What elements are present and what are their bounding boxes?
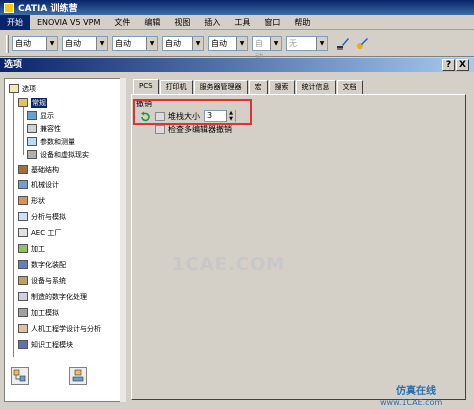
tree-item-mechanical[interactable]: 机械设计 <box>18 179 59 190</box>
transparency-combo[interactable]: 自动 ▼ <box>62 36 108 51</box>
mechanical-icon <box>18 180 28 189</box>
menu-bar: 开始 ENOVIA V5 VPM 文件 编辑 视图 插入 工具 窗口 帮助 <box>0 14 474 30</box>
chevron-down-icon: ▼ <box>236 37 247 50</box>
tree-item-devices[interactable]: 设备和虚拟现实 <box>27 149 89 160</box>
tree-item-digital-mockup[interactable]: 数字化装配 <box>18 259 66 270</box>
menu-tools[interactable]: 工具 <box>227 15 257 30</box>
aec-plant-icon <box>18 228 28 237</box>
analysis-icon <box>18 212 28 221</box>
menu-edit[interactable]: 编辑 <box>137 15 167 30</box>
menu-help[interactable]: 帮助 <box>287 15 317 30</box>
tab-search[interactable]: 搜索 <box>268 80 295 94</box>
tree-item-display[interactable]: 显示 <box>27 110 54 121</box>
watermark-text: 1CAE.COM <box>172 254 286 275</box>
tree-item-machining-sim[interactable]: 加工模拟 <box>18 307 59 318</box>
menu-enovia[interactable]: ENOVIA V5 VPM <box>30 15 107 30</box>
tab-server-manager[interactable]: 服务器管理器 <box>193 80 248 94</box>
menu-window[interactable]: 窗口 <box>257 15 287 30</box>
color-combo[interactable]: 自动 ▼ <box>12 36 58 51</box>
chevron-down-icon: ▼ <box>192 37 203 50</box>
tree-scrollbar[interactable] <box>120 78 126 402</box>
options-root-icon <box>9 84 19 93</box>
layer-combo[interactable]: 自动 ▼ <box>252 36 282 61</box>
menu-file[interactable]: 文件 <box>107 15 137 30</box>
point-combo[interactable]: 自动 ▼ <box>208 36 248 51</box>
collapse-tree-button[interactable] <box>69 367 87 385</box>
tree-item-machining[interactable]: 加工 <box>18 243 45 254</box>
digital-mockup-icon <box>18 260 28 269</box>
compatibility-icon <box>27 124 37 133</box>
catia-logo-icon <box>4 2 14 13</box>
tree-expand-icon <box>13 369 26 382</box>
tree-item-ergonomics[interactable]: 人机工程学设计与分析 <box>18 323 101 334</box>
expand-tree-button[interactable] <box>11 367 29 385</box>
tree-collapse-icon <box>72 369 84 382</box>
tree-item-general[interactable]: 常规 <box>18 97 47 108</box>
options-tree[interactable]: 选项 常规 显示 兼容性 参数和测量 设备和虚拟现实 基础结构 机械设计 形状 … <box>4 78 126 402</box>
tree-item-options[interactable]: 选项 <box>9 83 36 94</box>
lineweight-combo[interactable]: 自动 ▼ <box>162 36 204 51</box>
render-combo[interactable]: 无 ▼ <box>286 36 328 51</box>
display-icon <box>27 111 37 120</box>
tab-pcs[interactable]: PCS <box>133 79 159 94</box>
help-button[interactable]: ? <box>442 59 455 71</box>
parameters-icon <box>27 137 37 146</box>
tree-item-knowledgeware[interactable]: 知识工程模块 <box>18 339 73 350</box>
tree-item-parameters[interactable]: 参数和测量 <box>27 136 75 147</box>
ergonomics-icon <box>18 324 28 333</box>
pcs-tab-panel <box>131 94 466 400</box>
brand-site-text: www.1CAE.com <box>380 398 443 407</box>
menu-start[interactable]: 开始 <box>0 14 30 30</box>
options-tabs: PCS 打印机 服务器管理器 宏 搜索 统计信息 文档 <box>133 79 364 94</box>
app-titlebar: CATIA 训练营 <box>0 0 474 15</box>
app-title: CATIA 训练营 <box>18 4 78 14</box>
paintbrush-icon[interactable] <box>335 36 351 52</box>
infrastructure-icon <box>18 165 28 174</box>
tree-item-compatibility[interactable]: 兼容性 <box>27 123 61 134</box>
dialog-title: 选项 <box>0 58 474 72</box>
tree-item-infrastructure[interactable]: 基础结构 <box>18 164 59 175</box>
brand-logo-text: 仿真在线 <box>396 386 436 397</box>
chevron-down-icon: ▼ <box>96 37 107 50</box>
tab-document[interactable]: 文档 <box>336 80 363 94</box>
devices-icon <box>27 150 37 159</box>
linetype-combo[interactable]: 自动 ▼ <box>112 36 158 51</box>
menu-insert[interactable]: 插入 <box>197 15 227 30</box>
format-painter-icon[interactable] <box>354 36 370 52</box>
shape-icon <box>18 196 28 205</box>
lock-icon <box>155 125 165 134</box>
tree-item-digital-process[interactable]: 制造的数字化处理 <box>18 291 87 302</box>
tab-macros[interactable]: 宏 <box>248 80 268 94</box>
tree-item-shape[interactable]: 形状 <box>18 195 45 206</box>
tree-line <box>23 101 24 155</box>
tab-statistics[interactable]: 统计信息 <box>295 80 336 94</box>
close-button[interactable]: X <box>456 59 469 71</box>
general-icon <box>18 98 28 107</box>
machining-sim-icon <box>18 308 28 317</box>
chevron-down-icon: ▼ <box>46 37 57 50</box>
digital-process-icon <box>18 292 28 301</box>
toolbar-grip[interactable] <box>6 34 9 53</box>
options-dialog: 选项 ? X 选项 常规 显示 兼容性 参数和测量 设备和虚拟现实 基础结构 机… <box>0 58 474 410</box>
annotation-highlight-box <box>133 99 252 125</box>
graphic-properties-toolbar: 自动 ▼ 自动 ▼ 自动 ▼ 自动 ▼ 自动 ▼ 自动 ▼ 无 ▼ <box>0 31 474 61</box>
tree-item-analysis[interactable]: 分析与模拟 <box>18 211 66 222</box>
tab-printer[interactable]: 打印机 <box>159 80 193 94</box>
tree-item-aec-plant[interactable]: AEC 工厂 <box>18 227 61 238</box>
multi-editor-undo-label: 检查多编辑器撤销 <box>168 125 232 134</box>
equipment-icon <box>18 276 28 285</box>
tree-item-equipment-systems[interactable]: 设备与系统 <box>18 275 66 286</box>
machining-icon <box>18 244 28 253</box>
chevron-down-icon: ▼ <box>146 37 157 50</box>
tree-line <box>13 87 14 357</box>
chevron-down-icon: ▼ <box>316 37 327 50</box>
chevron-down-icon: ▼ <box>270 37 281 50</box>
menu-view[interactable]: 视图 <box>167 15 197 30</box>
knowledgeware-icon <box>18 340 28 349</box>
